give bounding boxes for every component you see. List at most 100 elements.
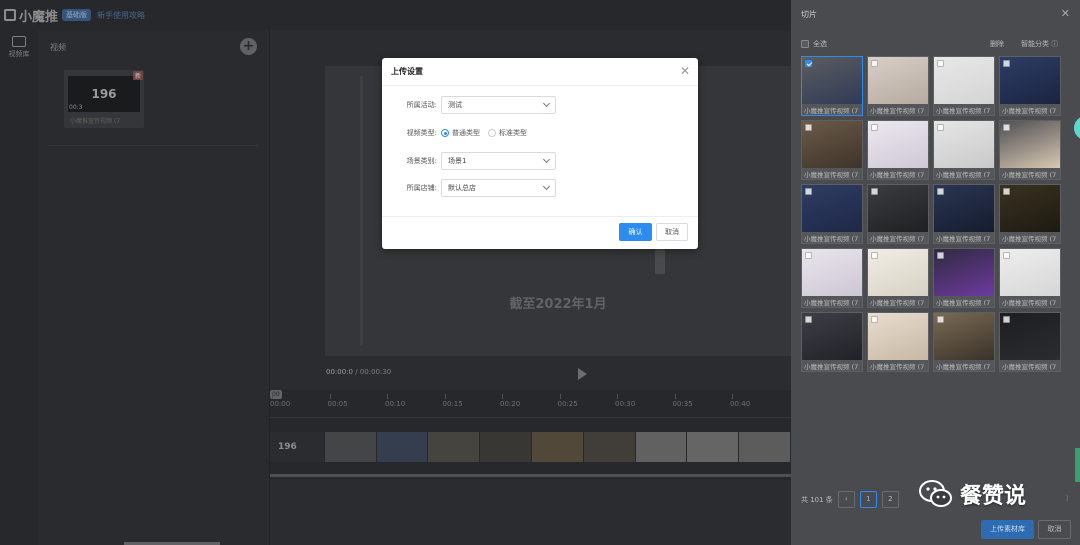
activity-value: 测试 [448,101,462,109]
clip-card[interactable]: 小魔推宣传视频 (7 [801,312,863,372]
clip-card[interactable]: 小魔推宣传视频 (7 [867,56,929,116]
clip-checkbox[interactable] [1003,124,1010,131]
watermark-text: 餐赞说 [960,484,1027,509]
clip-card[interactable]: 小魔推宣传视频 (7 [801,56,863,116]
video-type-label: 视频类型: [406,129,437,137]
drawer-toolbar: 全选 删除 智能分类 ⓘ [801,39,1071,51]
scene-select[interactable]: 场景1 [441,152,556,170]
clip-label: 小魔推宣传视频 (7 [936,363,991,371]
total-count: 共 101 条 [801,495,833,504]
activity-select[interactable]: 测试 [441,96,556,114]
radio-label: 标准类型 [499,129,527,137]
page-1-button[interactable]: 1 [859,491,877,508]
clip-card[interactable]: 小魔推宣传视频 (7 [999,312,1061,372]
cancel-button[interactable]: 取消 [656,223,688,241]
clip-label: 小魔推宣传视频 (7 [870,235,925,243]
clip-card[interactable]: 小魔推宣传视频 (7 [867,120,929,180]
clips-drawer: 切片 ✕ 全选 删除 智能分类 ⓘ 小魔推宣传视频 (7 小魔推宣传视频 (7 小魔… [791,0,1080,545]
clip-label: 小魔推宣传视频 (7 [870,107,925,115]
chevron-down-icon [542,182,551,191]
wechat-watermark: 餐赞说 [918,478,1026,510]
clip-label: 小魔推宣传视频 (7 [870,363,925,371]
clip-checkbox[interactable] [871,60,878,67]
clip-checkbox[interactable] [1003,188,1010,195]
store-label: 所属店铺: [406,184,437,192]
page-2-button[interactable]: 2 [881,491,899,508]
activity-label: 所属活动: [406,101,437,109]
prev-page-button[interactable]: ‹ [837,491,855,508]
clip-card[interactable]: 小魔推宣传视频 (7 [933,56,995,116]
select-all-checkbox[interactable]: 全选 [801,39,827,49]
store-select[interactable]: 默认总店 [441,179,556,197]
page-jump-icon[interactable]: ⁝ [1066,494,1069,503]
clip-card[interactable]: 小魔推宣传视频 (7 [933,312,995,372]
checkbox-icon [801,40,809,48]
clip-card[interactable]: 小魔推宣传视频 (7 [999,248,1061,308]
clip-card[interactable]: 小魔推宣传视频 (7 [933,248,995,308]
clip-card[interactable]: 小魔推宣传视频 (7 [801,120,863,180]
clip-checkbox[interactable] [937,316,944,323]
smart-classify-label: 智能分类 [1021,40,1049,48]
clip-checkbox[interactable] [871,252,878,259]
clip-checkbox[interactable] [805,252,812,259]
clip-checkbox[interactable] [805,316,812,323]
close-icon[interactable]: ✕ [680,65,690,77]
clip-card[interactable]: 小魔推宣传视频 (7 [867,184,929,244]
clip-label: 小魔推宣传视频 (7 [936,235,991,243]
delete-button[interactable]: 删除 [990,39,1004,49]
clip-label: 小魔推宣传视频 (7 [1002,235,1057,243]
smart-classify-button[interactable]: 智能分类 ⓘ [1021,39,1058,49]
clip-checkbox[interactable] [1003,60,1010,67]
chevron-down-icon [542,155,551,164]
clip-checkbox[interactable] [1003,316,1010,323]
clip-checkbox[interactable] [805,188,812,195]
store-value: 默认总店 [448,184,476,192]
side-widget[interactable] [1075,448,1080,482]
clip-checkbox[interactable] [805,60,812,67]
clip-label: 小魔推宣传视频 (7 [1002,171,1057,179]
clip-checkbox[interactable] [805,124,812,131]
radio-selected-icon [441,129,449,137]
clip-checkbox[interactable] [1003,252,1010,259]
clip-card[interactable]: 小魔推宣传视频 (7 [867,248,929,308]
confirm-button[interactable]: 确认 [619,223,652,241]
clip-checkbox[interactable] [937,124,944,131]
clip-label: 小魔推宣传视频 (7 [936,107,991,115]
clip-label: 小魔推宣传视频 (7 [804,235,859,243]
clip-card[interactable]: 小魔推宣传视频 (7 [999,56,1061,116]
clip-label: 小魔推宣传视频 (7 [870,171,925,179]
clip-label: 小魔推宣传视频 (7 [870,299,925,307]
clip-card[interactable]: 小魔推宣传视频 (7 [867,312,929,372]
clip-checkbox[interactable] [871,188,878,195]
clip-checkbox[interactable] [937,188,944,195]
radio-standard-type[interactable]: 标准类型 [488,128,527,138]
clip-card[interactable]: 小魔推宣传视频 (7 [999,184,1061,244]
close-icon[interactable]: ✕ [1061,7,1070,20]
clip-card[interactable]: 小魔推宣传视频 (7 [801,248,863,308]
clip-checkbox[interactable] [871,316,878,323]
dialog-header: 上传设置 [382,58,698,86]
clip-card[interactable]: 小魔推宣传视频 (7 [933,184,995,244]
pagination: 共 101 条 ‹ 1 2 [801,491,899,508]
clip-label: 小魔推宣传视频 (7 [804,363,859,371]
select-all-label: 全选 [813,40,827,48]
scene-value: 场景1 [448,157,467,165]
clip-label: 小魔推宣传视频 (7 [804,299,859,307]
dialog-footer-divider [382,216,698,217]
clip-card[interactable]: 小魔推宣传视频 (7 [999,120,1061,180]
chevron-down-icon [542,99,551,108]
radio-unselected-icon [488,129,496,137]
drawer-cancel-button[interactable]: 取消 [1038,520,1071,539]
clip-card[interactable]: 小魔推宣传视频 (7 [933,120,995,180]
radio-normal-type[interactable]: 普通类型 [441,128,480,138]
clip-checkbox[interactable] [871,124,878,131]
clip-checkbox[interactable] [937,60,944,67]
activity-row: 所属活动: 测试 [382,96,556,114]
clip-card[interactable]: 小魔推宣传视频 (7 [801,184,863,244]
radio-label: 普通类型 [452,129,480,137]
upload-to-library-button[interactable]: 上传素材库 [981,520,1034,539]
store-row: 所属店铺: 默认总店 [382,179,556,197]
video-type-row: 视频类型: 普通类型 标准类型 [382,126,535,140]
clip-checkbox[interactable] [937,252,944,259]
clip-label: 小魔推宣传视频 (7 [804,107,859,115]
